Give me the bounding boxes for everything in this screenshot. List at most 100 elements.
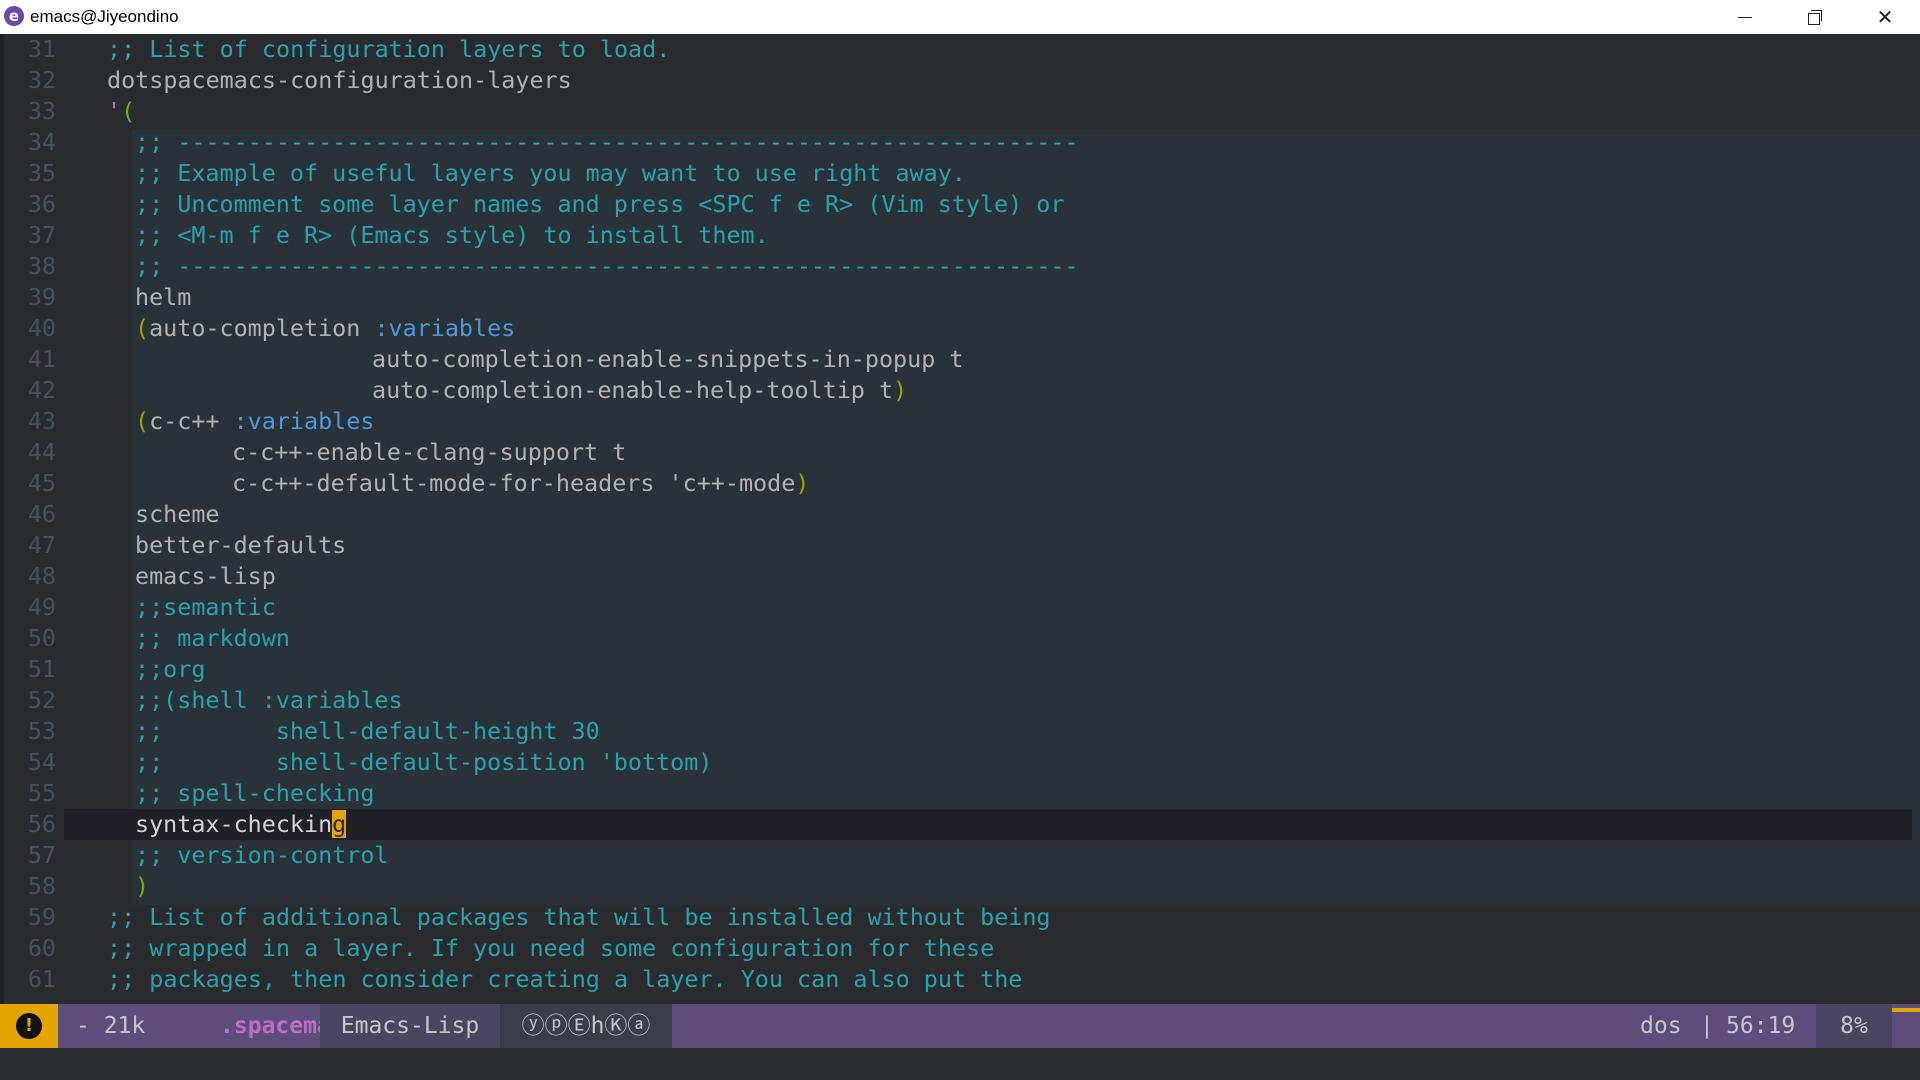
comment: ;; version-control (135, 841, 389, 869)
buffer-percent: 8% (1816, 1004, 1892, 1048)
minimize-button[interactable] (1710, 0, 1780, 34)
code-text: c-c++-enable-clang-support t (232, 438, 627, 466)
close-button[interactable]: ✕ (1850, 0, 1920, 34)
code-line[interactable]: 40 (auto-completion :variables (0, 313, 1920, 344)
restore-button[interactable] (1780, 0, 1850, 34)
paren: ( (121, 97, 136, 125)
line-number: 58 (27, 872, 56, 900)
comment: ;;org (135, 655, 206, 683)
comment: ;; -------------------------------------… (135, 252, 1079, 280)
line-number: 52 (27, 686, 56, 714)
line-number: 39 (27, 283, 56, 311)
separator: | (1700, 1013, 1714, 1039)
line-number: 37 (27, 221, 56, 249)
title-bar: e emacs@Jiyeondino ✕ (0, 0, 1920, 34)
cursor-position: 56:19 (1726, 1013, 1796, 1039)
echo-area[interactable] (0, 1048, 1920, 1080)
close-icon: ✕ (1876, 5, 1894, 29)
code-line[interactable]: 52 ;;(shell :variables (0, 685, 1920, 716)
paren: ) (893, 376, 908, 404)
code-line[interactable]: 43 (c-c++ :variables (0, 406, 1920, 437)
restore-icon (1808, 10, 1822, 25)
warning-icon: ! (16, 1013, 42, 1039)
comment: ;; markdown (135, 624, 290, 652)
major-mode[interactable]: Emacs-Lisp (320, 1004, 500, 1048)
code-line[interactable]: 57 ;; version-control (0, 840, 1920, 871)
line-number: 45 (27, 469, 56, 497)
comment: ;; Example of useful layers you may want… (135, 159, 966, 187)
comment: ;;(shell :variables (135, 686, 403, 714)
code-line[interactable]: 59 ;; List of additional packages that wi… (0, 902, 1920, 933)
code-line[interactable]: 48 emacs-lisp (0, 561, 1920, 592)
paren: ) (135, 872, 150, 900)
code-line[interactable]: 46 scheme (0, 499, 1920, 530)
line-number: 59 (27, 903, 56, 931)
line-number: 42 (27, 376, 56, 404)
line-number: 44 (27, 438, 56, 466)
code-line[interactable]: 49 ;;semantic (0, 592, 1920, 623)
comment: ;; wrapped in a layer. If you need some … (107, 934, 995, 962)
line-number: 32 (27, 66, 56, 94)
line-number: 46 (27, 500, 56, 528)
editor-buffer[interactable]: 31 ;; List of configuration layers to loa… (0, 34, 1920, 1004)
hud-indicator (1892, 1004, 1920, 1048)
code-line[interactable]: 37 ;; <M-m f e R> (Emacs style) to instal… (0, 220, 1920, 251)
line-number: 51 (27, 655, 56, 683)
code-line[interactable]: 61 ;; packages, then consider creating a … (0, 964, 1920, 995)
code-text: helm (135, 283, 192, 311)
line-ending: dos (1640, 1013, 1682, 1039)
keyword: :variables (374, 314, 516, 342)
code-line[interactable]: 33 '( (0, 96, 1920, 127)
line-number: 49 (27, 593, 56, 621)
quote: ' (107, 97, 122, 125)
code-line[interactable]: 32 dotspacemacs-configuration-layers (0, 65, 1920, 96)
comment: ;; List of additional packages that will… (107, 903, 1051, 931)
line-number: 60 (27, 934, 56, 962)
code-line[interactable]: 60 ;; wrapped in a layer. If you need som… (0, 933, 1920, 964)
line-number: 40 (27, 314, 56, 342)
code-line[interactable]: 55 ;; spell-checking (0, 778, 1920, 809)
line-number: 61 (27, 965, 56, 993)
line-number: 54 (27, 748, 56, 776)
code-line[interactable]: 58) (0, 871, 1920, 902)
code-line[interactable]: 31 ;; List of configuration layers to loa… (0, 34, 1920, 65)
code-line[interactable]: 44 c-c++-enable-clang-support t (0, 437, 1920, 468)
line-number: 53 (27, 717, 56, 745)
line-number: 47 (27, 531, 56, 559)
line-number: 50 (27, 624, 56, 652)
hud-bar (1892, 1008, 1920, 1012)
code-line[interactable]: 53 ;; shell-default-height 30 (0, 716, 1920, 747)
paren: ( (135, 407, 150, 435)
code-line-current[interactable]: 56 syntax-checking (0, 809, 1920, 840)
line-number: 35 (27, 159, 56, 187)
comment: ;; -------------------------------------… (135, 128, 1079, 156)
code-text: auto-completion-enable-snippets-in-popup… (372, 345, 964, 373)
code-line[interactable]: 38 ;; -----------------------------------… (0, 251, 1920, 282)
window-title: emacs@Jiyeondino (30, 7, 179, 26)
code-line[interactable]: 45 c-c++-default-mode-for-headers 'c++-mo… (0, 468, 1920, 499)
comment: ;; Uncomment some layer names and press … (135, 190, 1065, 218)
code-line[interactable]: 36 ;; Uncomment some layer names and pres… (0, 189, 1920, 220)
comment: ;; shell-default-position 'bottom) (135, 748, 713, 776)
line-number: 41 (27, 345, 56, 373)
comment: ;; packages, then consider creating a la… (107, 965, 1023, 993)
code-text: dotspacemacs-configuration-layers (107, 66, 572, 94)
code-line[interactable]: 34 ;; -----------------------------------… (0, 127, 1920, 158)
line-number: 56 (27, 810, 56, 838)
code-line[interactable]: 41 auto-completion-enable-snippets-in-pop… (0, 344, 1920, 375)
paren: ) (795, 469, 810, 497)
code-text: better-defaults (135, 531, 347, 559)
code-line[interactable]: 54 ;; shell-default-position 'bottom) (0, 747, 1920, 778)
code-text: scheme (135, 500, 220, 528)
code-text: c-c++-default-mode-for-headers 'c++-mode (232, 469, 796, 497)
code-line[interactable]: 42 auto-completion-enable-help-tooltip t) (0, 375, 1920, 406)
comment: ;; <M-m f e R> (Emacs style) to install … (135, 221, 769, 249)
code-line[interactable]: 51 ;;org (0, 654, 1920, 685)
code-line[interactable]: 50 ;; markdown (0, 623, 1920, 654)
mode-line: ! - 21k .spacemacs Emacs-Lisp ⓨⓟⒺhⓀⓐ dos… (0, 1004, 1920, 1048)
code-line[interactable]: 35 ;; Example of useful layers you may wa… (0, 158, 1920, 189)
code-line[interactable]: 47 better-defaults (0, 530, 1920, 561)
code-text: syntax-checkin (135, 810, 333, 838)
code-line[interactable]: 39 helm (0, 282, 1920, 313)
minor-modes[interactable]: ⓨⓟⒺhⓀⓐ (500, 1004, 672, 1048)
